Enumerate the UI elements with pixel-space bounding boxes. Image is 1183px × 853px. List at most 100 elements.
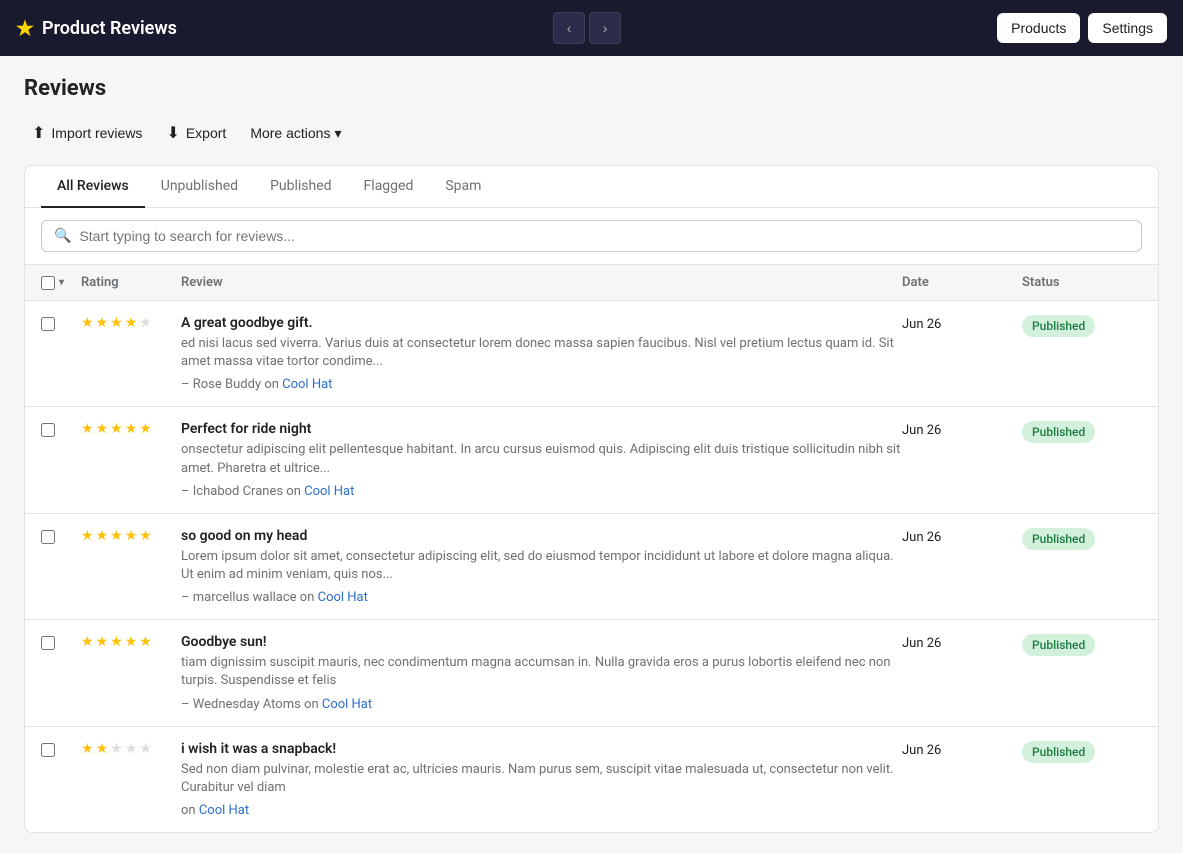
row-checkbox[interactable]: [41, 423, 55, 437]
header-checkbox-col: ▾: [41, 276, 81, 290]
select-all-checkbox[interactable]: [41, 276, 55, 290]
star-3: ★: [110, 634, 123, 650]
import-label: Import reviews: [51, 125, 142, 141]
review-author: on Cool Hat: [181, 803, 902, 818]
review-content: A great goodbye gift. ed nisi lacus sed …: [181, 315, 902, 392]
review-title: Goodbye sun!: [181, 634, 902, 650]
star-5: ★: [139, 528, 152, 544]
star-4: ★: [125, 634, 138, 650]
rating-stars: ★ ★ ★ ★ ★: [81, 528, 181, 544]
top-bar-nav: ‹ ›: [553, 12, 621, 44]
review-status: Published: [1022, 315, 1142, 337]
star-4: ★: [125, 421, 138, 437]
review-title: so good on my head: [181, 528, 902, 544]
more-actions-button[interactable]: More actions ▾: [242, 119, 349, 148]
star-4: ★: [125, 315, 138, 331]
rating-stars: ★ ★ ★ ★ ★: [81, 741, 181, 757]
review-status: Published: [1022, 528, 1142, 550]
table-row: ★ ★ ★ ★ ★ so good on my head Lorem ipsum…: [25, 514, 1158, 620]
row-checkbox[interactable]: [41, 530, 55, 544]
review-author: – Rose Buddy on Cool Hat: [181, 377, 902, 392]
row-checkbox[interactable]: [41, 743, 55, 757]
header-date: Date: [902, 275, 1022, 290]
top-bar: ★ Product Reviews ‹ › Products Settings: [0, 0, 1183, 56]
status-badge: Published: [1022, 315, 1095, 337]
nav-next-button[interactable]: ›: [589, 12, 621, 44]
products-button[interactable]: Products: [997, 13, 1080, 43]
review-content: i wish it was a snapback! Sed non diam p…: [181, 741, 902, 818]
star-5: ★: [139, 421, 152, 437]
star-2: ★: [96, 315, 109, 331]
product-link[interactable]: Cool Hat: [322, 697, 372, 712]
app-title-text: Product Reviews: [42, 18, 177, 39]
star-1: ★: [81, 528, 94, 544]
star-5: ★: [139, 315, 152, 331]
product-link[interactable]: Cool Hat: [199, 803, 249, 818]
row-checkbox-col: [41, 421, 81, 441]
table-row: ★ ★ ★ ★ ★ Goodbye sun! tiam dignissim su…: [25, 620, 1158, 726]
export-icon: ⬇: [166, 123, 179, 143]
review-status: Published: [1022, 634, 1142, 656]
star-1: ★: [81, 315, 94, 331]
review-body: Sed non diam pulvinar, molestie erat ac,…: [181, 761, 902, 797]
more-actions-chevron-icon: ▾: [334, 125, 341, 142]
review-author: – Ichabod Cranes on Cool Hat: [181, 484, 902, 499]
review-body: onsectetur adipiscing elit pellentesque …: [181, 441, 902, 477]
header-review: Review: [181, 275, 902, 290]
review-body: Lorem ipsum dolor sit amet, consectetur …: [181, 548, 902, 584]
review-date: Jun 26: [902, 315, 1022, 332]
star-5: ★: [139, 741, 152, 757]
tab-flagged[interactable]: Flagged: [348, 166, 430, 208]
table-row: ★ ★ ★ ★ ★ A great goodbye gift. ed nisi …: [25, 301, 1158, 407]
import-icon: ⬆: [32, 123, 45, 143]
row-checkbox-col: [41, 528, 81, 548]
app-title: ★ Product Reviews: [16, 16, 177, 40]
product-link[interactable]: Cool Hat: [282, 377, 332, 392]
rating-stars: ★ ★ ★ ★ ★: [81, 315, 181, 331]
header-rating: Rating: [81, 275, 181, 290]
search-input-wrap: 🔍: [41, 220, 1142, 252]
row-checkbox[interactable]: [41, 317, 55, 331]
export-button[interactable]: ⬇ Export: [158, 117, 234, 149]
product-link[interactable]: Cool Hat: [304, 484, 354, 499]
rating-stars: ★ ★ ★ ★ ★: [81, 421, 181, 437]
tabs-bar: All Reviews Unpublished Published Flagge…: [25, 166, 1158, 208]
review-title: Perfect for ride night: [181, 421, 902, 437]
search-input[interactable]: [79, 228, 1129, 244]
tab-all-reviews[interactable]: All Reviews: [41, 166, 145, 208]
review-date: Jun 26: [902, 741, 1022, 758]
tab-unpublished[interactable]: Unpublished: [145, 166, 254, 208]
tab-spam[interactable]: Spam: [429, 166, 497, 208]
review-author: – Wednesday Atoms on Cool Hat: [181, 697, 902, 712]
star-2: ★: [96, 421, 109, 437]
review-content: Goodbye sun! tiam dignissim suscipit mau…: [181, 634, 902, 711]
product-link[interactable]: Cool Hat: [318, 590, 368, 605]
top-bar-actions: Products Settings: [997, 13, 1167, 43]
import-reviews-button[interactable]: ⬆ Import reviews: [24, 117, 150, 149]
settings-button[interactable]: Settings: [1088, 13, 1167, 43]
row-checkbox-col: [41, 634, 81, 654]
row-checkbox-col: [41, 741, 81, 761]
search-bar: 🔍: [25, 208, 1158, 265]
review-author: – marcellus wallace on Cool Hat: [181, 590, 902, 605]
star-1: ★: [81, 741, 94, 757]
review-date: Jun 26: [902, 421, 1022, 438]
star-1: ★: [81, 421, 94, 437]
star-icon: ★: [16, 16, 34, 40]
star-3: ★: [110, 528, 123, 544]
top-bar-left: ★ Product Reviews: [16, 16, 177, 40]
nav-prev-button[interactable]: ‹: [553, 12, 585, 44]
review-content: Perfect for ride night onsectetur adipis…: [181, 421, 902, 498]
star-1: ★: [81, 634, 94, 650]
row-checkbox[interactable]: [41, 636, 55, 650]
review-status: Published: [1022, 421, 1142, 443]
row-checkbox-col: [41, 315, 81, 335]
reviews-table-body: ★ ★ ★ ★ ★ A great goodbye gift. ed nisi …: [25, 301, 1158, 832]
export-label: Export: [186, 125, 226, 141]
header-chevron-icon[interactable]: ▾: [59, 277, 64, 288]
table-row: ★ ★ ★ ★ ★ i wish it was a snapback! Sed …: [25, 727, 1158, 832]
tab-published[interactable]: Published: [254, 166, 347, 208]
reviews-card: All Reviews Unpublished Published Flagge…: [24, 165, 1159, 833]
page-content: Reviews ⬆ Import reviews ⬇ Export More a…: [0, 56, 1183, 853]
status-badge: Published: [1022, 741, 1095, 763]
